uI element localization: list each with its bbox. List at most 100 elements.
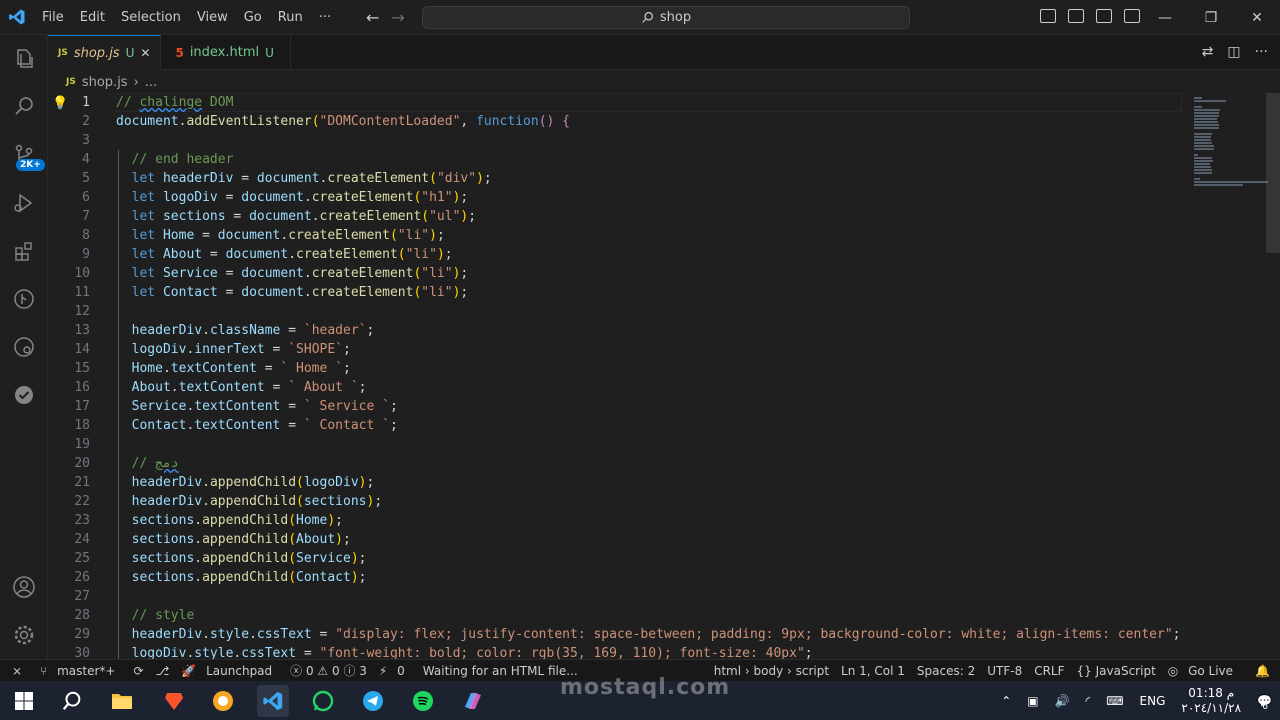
show-hidden-icons[interactable]: ⌃	[993, 694, 1019, 708]
code-line[interactable]: 7 let sections = document.createElement(…	[48, 207, 1188, 226]
code-line[interactable]: 29 headerDiv.style.cssText = "display: f…	[48, 625, 1188, 644]
close-window-icon[interactable]: ✕	[1234, 10, 1280, 26]
breadcrumb-file[interactable]: shop.js	[82, 75, 128, 90]
code-line[interactable]: 26 sections.appendChild(Contact);	[48, 568, 1188, 587]
menu-edit[interactable]: Edit	[72, 0, 113, 35]
code-line[interactable]: 9 let About = document.createElement("li…	[48, 245, 1188, 264]
ports-status[interactable]: ⚡ 0	[373, 664, 417, 678]
keyboard-icon[interactable]: ⌨	[1098, 694, 1131, 708]
code-line[interactable]: 16 About.textContent = ` About `;	[48, 378, 1188, 397]
explorer-icon[interactable]	[0, 37, 48, 81]
more-actions-icon[interactable]: ···	[1255, 44, 1268, 60]
tab-shop-js[interactable]: JS shop.js U ✕	[48, 35, 162, 70]
go-live-button[interactable]: ◎ Go Live	[1162, 664, 1245, 678]
code-line[interactable]: 22 headerDiv.appendChild(sections);	[48, 492, 1188, 511]
toggle-secondary-sidebar-icon[interactable]	[1096, 9, 1112, 23]
breadcrumb-rest[interactable]: ...	[145, 75, 157, 90]
code-line[interactable]: 12	[48, 302, 1188, 321]
taskbar-search-icon[interactable]	[56, 685, 88, 717]
menu-go[interactable]: Go	[236, 0, 270, 35]
code-line[interactable]: 28 // style	[48, 606, 1188, 625]
whatsapp-icon[interactable]	[307, 685, 339, 717]
notification-center-icon[interactable]: 💬 6	[1249, 694, 1280, 712]
tab-close-icon[interactable]: ✕	[140, 46, 150, 60]
run-debug-icon[interactable]	[0, 181, 48, 225]
split-editor-icon[interactable]: ◫	[1227, 44, 1240, 60]
wifi-icon[interactable]: ◜	[1078, 694, 1099, 708]
git-graph-status-icon[interactable]: ⎇	[150, 664, 176, 678]
indentation-status[interactable]: Spaces: 2	[911, 664, 981, 678]
remote-indicator[interactable]: ⨯	[0, 664, 34, 678]
code-line[interactable]: 6 let logoDiv = document.createElement("…	[48, 188, 1188, 207]
code-editor[interactable]: 💡 1// chalinge DOM 2 document.addEventListe…	[48, 93, 1188, 659]
code-line[interactable]: 24 sections.appendChild(About);	[48, 530, 1188, 549]
code-line[interactable]: 14 logoDiv.innerText = `SHOPE`;	[48, 340, 1188, 359]
menu-more[interactable]: ···	[311, 0, 339, 35]
vscode-taskbar-icon[interactable]	[257, 685, 289, 717]
cursor-position[interactable]: Ln 1, Col 1	[835, 664, 911, 678]
menu-selection[interactable]: Selection	[113, 0, 189, 35]
code-line[interactable]: 4 // end header	[48, 150, 1188, 169]
code-token: style	[194, 646, 234, 659]
brave-browser-icon[interactable]	[158, 685, 190, 717]
command-center[interactable]: shop	[422, 6, 910, 29]
toggle-panel-icon[interactable]	[1068, 9, 1084, 23]
compare-changes-icon[interactable]: ⇄	[1202, 44, 1214, 60]
code-line[interactable]: 13 headerDiv.className = `header`;	[48, 321, 1188, 340]
remote-explorer-icon[interactable]	[0, 325, 48, 369]
code-line[interactable]: 10 let Service = document.createElement(…	[48, 264, 1188, 283]
problems-status[interactable]: ⓧ 0 ⚠ 0 ⓘ 3	[284, 662, 373, 679]
code-line[interactable]: 30 logoDiv.style.cssText = "font-weight:…	[48, 644, 1188, 659]
code-line[interactable]: 17 Service.textContent = ` Service `;	[48, 397, 1188, 416]
code-line[interactable]: 27	[48, 587, 1188, 606]
toggle-sidebar-icon[interactable]	[1040, 9, 1056, 23]
language-indicator[interactable]: ENG	[1132, 694, 1174, 708]
code-line[interactable]: 15 Home.textContent = ` Home `;	[48, 359, 1188, 378]
menu-file[interactable]: File	[34, 0, 72, 35]
code-line[interactable]: 19	[48, 435, 1188, 454]
notifications-bell-icon[interactable]: 🔔	[1245, 664, 1280, 678]
restore-icon[interactable]: ❐	[1188, 10, 1234, 26]
meet-now-icon[interactable]: ▣	[1019, 694, 1046, 708]
launchpad-status[interactable]: 🚀 Launchpad	[175, 664, 284, 678]
code-line[interactable]: 21 headerDiv.appendChild(logoDiv);	[48, 473, 1188, 492]
testing-icon[interactable]	[0, 373, 48, 417]
spotify-icon[interactable]	[407, 685, 439, 717]
clock[interactable]: 01:18 م ٢٠٢٤/١١/٢٨	[1173, 686, 1249, 716]
code-line[interactable]: 23 sections.appendChild(Home);	[48, 511, 1188, 530]
sync-icon[interactable]: ⟳	[127, 664, 149, 678]
copilot-icon[interactable]	[457, 685, 489, 717]
telegram-icon[interactable]	[357, 685, 389, 717]
code-line[interactable]: 11 let Contact = document.createElement(…	[48, 283, 1188, 302]
windows-start-icon[interactable]	[8, 685, 40, 717]
customize-layout-icon[interactable]	[1124, 9, 1140, 23]
tab-index-html[interactable]: 5 index.html U	[161, 35, 291, 70]
git-graph-icon[interactable]	[0, 277, 48, 321]
menu-view[interactable]: View	[189, 0, 236, 35]
code-line[interactable]: 25 sections.appendChild(Service);	[48, 549, 1188, 568]
code-line[interactable]: 18 Contact.textContent = ` Contact `;	[48, 416, 1188, 435]
language-mode[interactable]: {} JavaScript	[1071, 664, 1162, 678]
eol-status[interactable]: CRLF	[1028, 664, 1070, 678]
branch-status[interactable]: ⑂ master*+	[34, 664, 127, 678]
menu-run[interactable]: Run	[270, 0, 311, 35]
source-control-icon[interactable]: 2K+	[0, 133, 48, 177]
code-line[interactable]: 20 // دمج	[48, 454, 1188, 473]
volume-icon[interactable]: 🔊	[1047, 694, 1078, 708]
accounts-icon[interactable]	[0, 565, 48, 609]
code-line[interactable]: 5 let headerDiv = document.createElement…	[48, 169, 1188, 188]
file-explorer-icon[interactable]	[106, 685, 138, 717]
search-sidebar-icon[interactable]	[0, 85, 48, 129]
code-line[interactable]: 2 document.addEventListener("DOMContentLo…	[48, 112, 1188, 131]
back-arrow-icon[interactable]: ←	[366, 8, 379, 27]
vivaldi-browser-icon[interactable]	[207, 685, 239, 717]
minimize-icon[interactable]: —	[1142, 10, 1188, 26]
code-line[interactable]: 💡 1// chalinge DOM	[48, 93, 1188, 112]
code-line[interactable]: 8 let Home = document.createElement("li"…	[48, 226, 1188, 245]
code-line[interactable]: 3	[48, 131, 1188, 150]
editor-scrollbar[interactable]	[1266, 93, 1280, 253]
extensions-icon[interactable]	[0, 229, 48, 273]
settings-gear-icon[interactable]	[0, 613, 48, 657]
encoding-status[interactable]: UTF-8	[981, 664, 1028, 678]
forward-arrow-icon[interactable]: →	[391, 8, 404, 27]
